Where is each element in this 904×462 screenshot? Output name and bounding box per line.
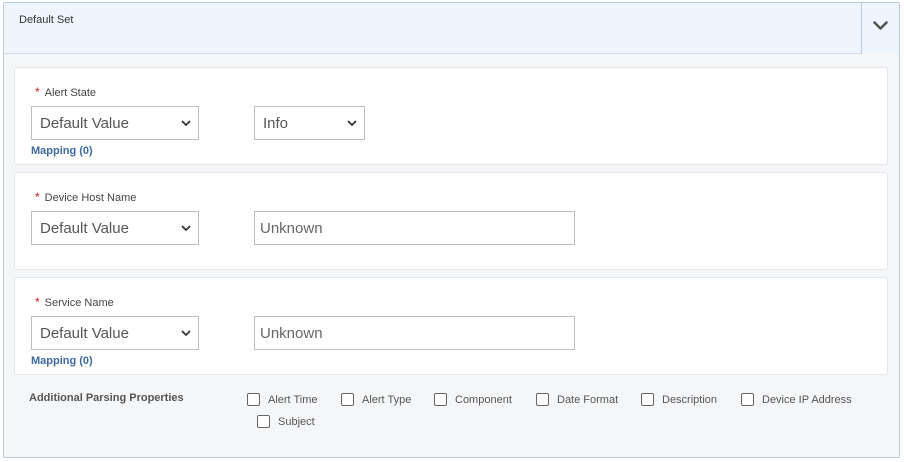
- checkbox-box[interactable]: [536, 393, 549, 406]
- chevron-down-icon: [181, 225, 191, 232]
- source-select-alert-state[interactable]: Default Value: [31, 106, 199, 140]
- chevron-down-icon: [347, 120, 357, 127]
- checkbox-label: Component: [455, 393, 512, 406]
- checkbox-alert-time[interactable]: Alert Time: [247, 393, 318, 406]
- panel-header[interactable]: Default Set: [4, 3, 899, 54]
- checkbox-label: Alert Time: [268, 393, 318, 406]
- field-label-text: Service Name: [44, 297, 114, 309]
- checkbox-box[interactable]: [741, 393, 754, 406]
- checkbox-component[interactable]: Component: [434, 393, 512, 406]
- field-label-device-host-name: * Device Host Name: [35, 190, 136, 204]
- checkbox-box[interactable]: [641, 393, 654, 406]
- panel-title: Default Set: [19, 14, 74, 26]
- field-card-device-host-name: * Device Host Name Default Value Unknown: [14, 172, 888, 270]
- chevron-down-icon: [181, 330, 191, 337]
- field-label-text: Device Host Name: [44, 192, 137, 204]
- value-input-device-host-name[interactable]: Unknown: [254, 211, 575, 245]
- additional-parsing-label: Additional Parsing Properties: [29, 392, 184, 404]
- checkbox-subject[interactable]: Subject: [257, 415, 315, 428]
- field-label-service-name: * Service Name: [35, 295, 114, 309]
- checkbox-box[interactable]: [247, 393, 260, 406]
- checkbox-label: Device IP Address: [762, 393, 852, 406]
- value-select-alert-state[interactable]: Info: [254, 106, 365, 140]
- checkbox-label: Date Format: [557, 393, 619, 406]
- collapse-button[interactable]: [861, 3, 899, 54]
- checkbox-label: Subject: [278, 415, 315, 428]
- required-marker: *: [35, 295, 40, 309]
- checkbox-date-format[interactable]: Date Format: [536, 393, 618, 406]
- source-select-value: Default Value: [40, 325, 129, 342]
- field-card-service-name: * Service Name Default Value Unknown Mapp…: [14, 277, 888, 375]
- checkbox-label: Description: [662, 393, 718, 406]
- default-set-panel: Default Set * Alert State Default Value I…: [3, 2, 900, 458]
- value-input-text: Unknown: [260, 325, 323, 342]
- required-marker: *: [35, 190, 40, 204]
- field-label-text: Alert State: [44, 87, 97, 99]
- value-select-value: Info: [263, 115, 289, 132]
- source-select-device-host-name[interactable]: Default Value: [31, 211, 199, 245]
- required-marker: *: [35, 85, 40, 99]
- checkbox-box[interactable]: [434, 393, 447, 406]
- checkbox-description[interactable]: Description: [641, 393, 717, 406]
- source-select-value: Default Value: [40, 220, 129, 237]
- mapping-link-alert-state[interactable]: Mapping (0): [31, 145, 93, 157]
- checkbox-box[interactable]: [257, 415, 270, 428]
- field-card-alert-state: * Alert State Default Value Info Mapping …: [14, 67, 888, 165]
- checkbox-label: Alert Type: [362, 393, 412, 406]
- checkbox-device-ip-address[interactable]: Device IP Address: [741, 393, 852, 406]
- value-input-text: Unknown: [260, 220, 323, 237]
- chevron-down-icon: [873, 21, 888, 30]
- source-select-service-name[interactable]: Default Value: [31, 316, 199, 350]
- checkbox-box[interactable]: [341, 393, 354, 406]
- chevron-down-icon: [181, 120, 191, 127]
- source-select-value: Default Value: [40, 115, 129, 132]
- value-input-service-name[interactable]: Unknown: [254, 316, 575, 350]
- mapping-link-service-name[interactable]: Mapping (0): [31, 355, 93, 367]
- field-label-alert-state: * Alert State: [35, 85, 96, 99]
- checkbox-alert-type[interactable]: Alert Type: [341, 393, 411, 406]
